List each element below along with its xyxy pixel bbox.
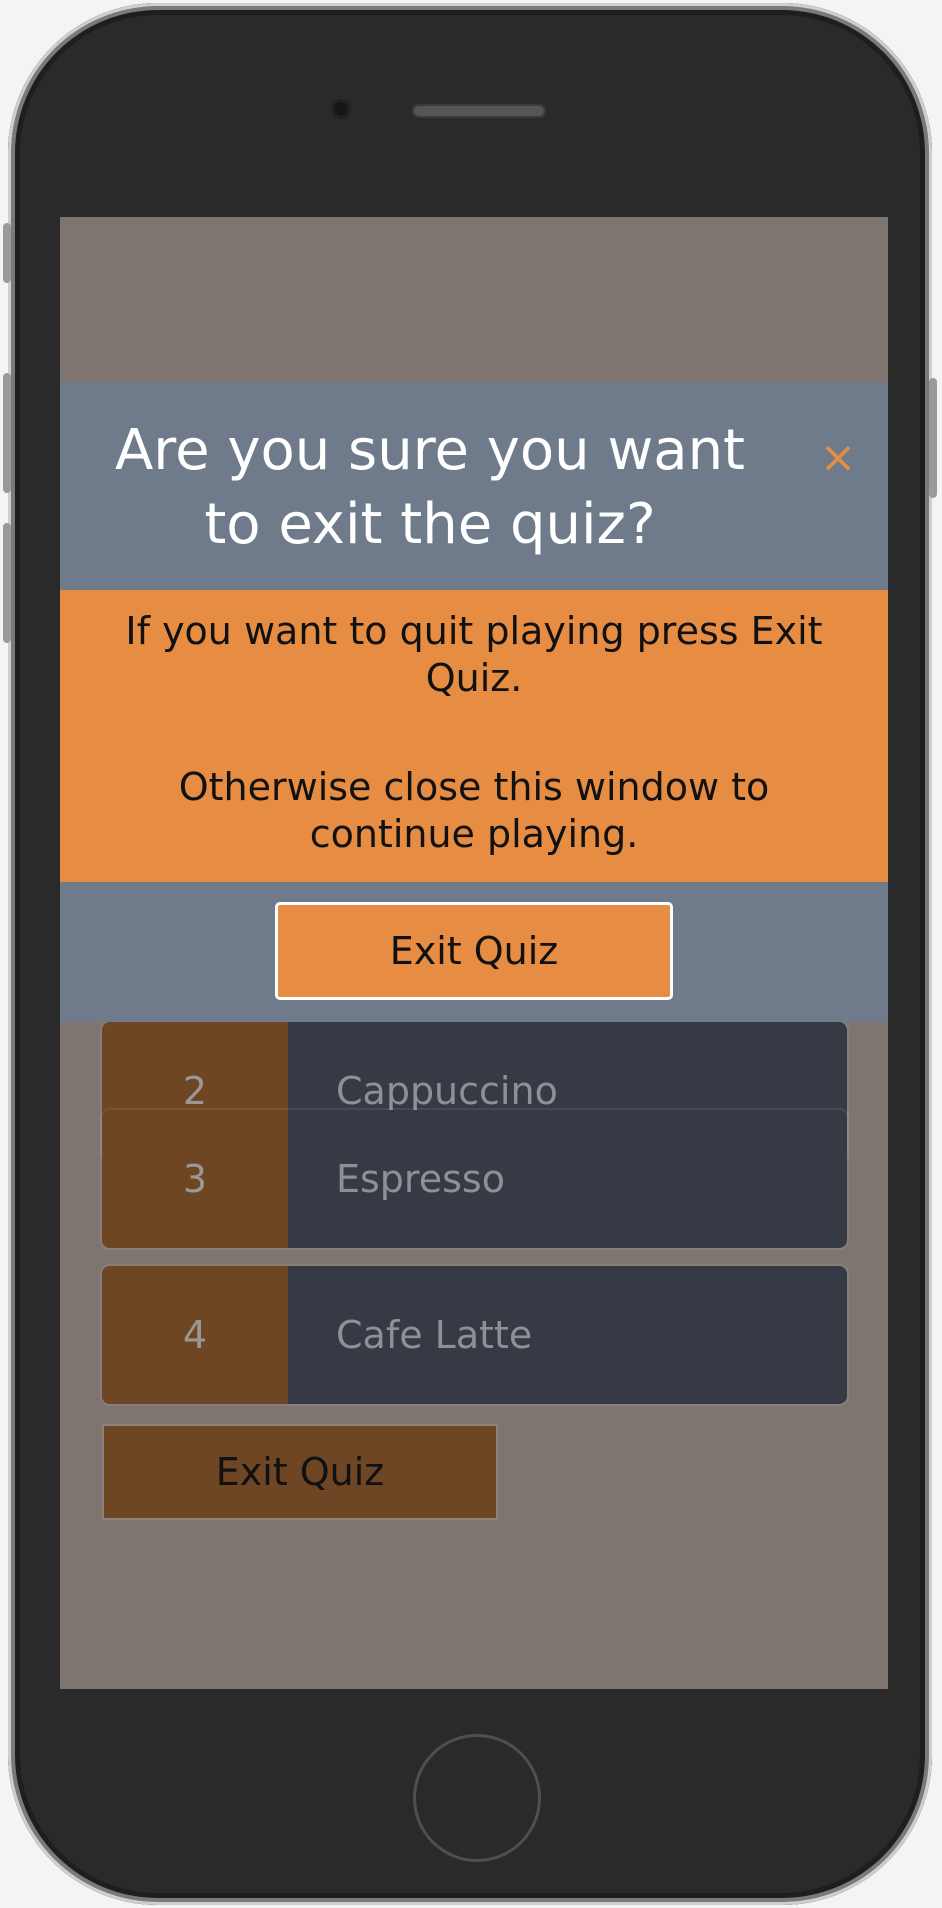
close-icon[interactable]: × (818, 436, 858, 480)
earpiece-speaker (412, 104, 546, 118)
power-button (929, 378, 937, 498)
modal-title: Are you sure you want to exit the quiz? (114, 418, 746, 557)
mute-switch (3, 223, 11, 283)
answer-number: 3 (102, 1110, 288, 1248)
modal-message: Otherwise close this window to continue … (178, 765, 770, 856)
volume-down-button (3, 523, 11, 643)
exit-confirm-modal: Are you sure you want to exit the quiz? … (60, 382, 888, 1022)
modal-message: If you want to quit playing press Exit Q… (125, 609, 823, 700)
answer-option[interactable]: 3 Espresso (102, 1110, 847, 1248)
modal-body: If you want to quit playing press Exit Q… (60, 590, 888, 882)
front-camera (331, 99, 351, 119)
answer-label: Cappuccino (336, 1069, 558, 1113)
answer-label: Espresso (336, 1157, 505, 1201)
modal-exit-quiz-button[interactable]: Exit Quiz (275, 902, 673, 1000)
modal-header: Are you sure you want to exit the quiz? … (60, 382, 888, 590)
modal-footer: Exit Quiz (60, 882, 888, 1022)
answer-label: Cafe Latte (336, 1313, 533, 1357)
home-button[interactable] (413, 1734, 541, 1862)
phone-frame: 2 Cappuccino 3 Espresso 4 Cafe Latte Exi… (3, 3, 937, 1905)
app-screen: 2 Cappuccino 3 Espresso 4 Cafe Latte Exi… (60, 217, 888, 1689)
answer-number: 4 (102, 1266, 288, 1404)
answer-option[interactable]: 4 Cafe Latte (102, 1266, 847, 1404)
volume-up-button (3, 373, 11, 493)
exit-quiz-button[interactable]: Exit Quiz (102, 1424, 498, 1520)
